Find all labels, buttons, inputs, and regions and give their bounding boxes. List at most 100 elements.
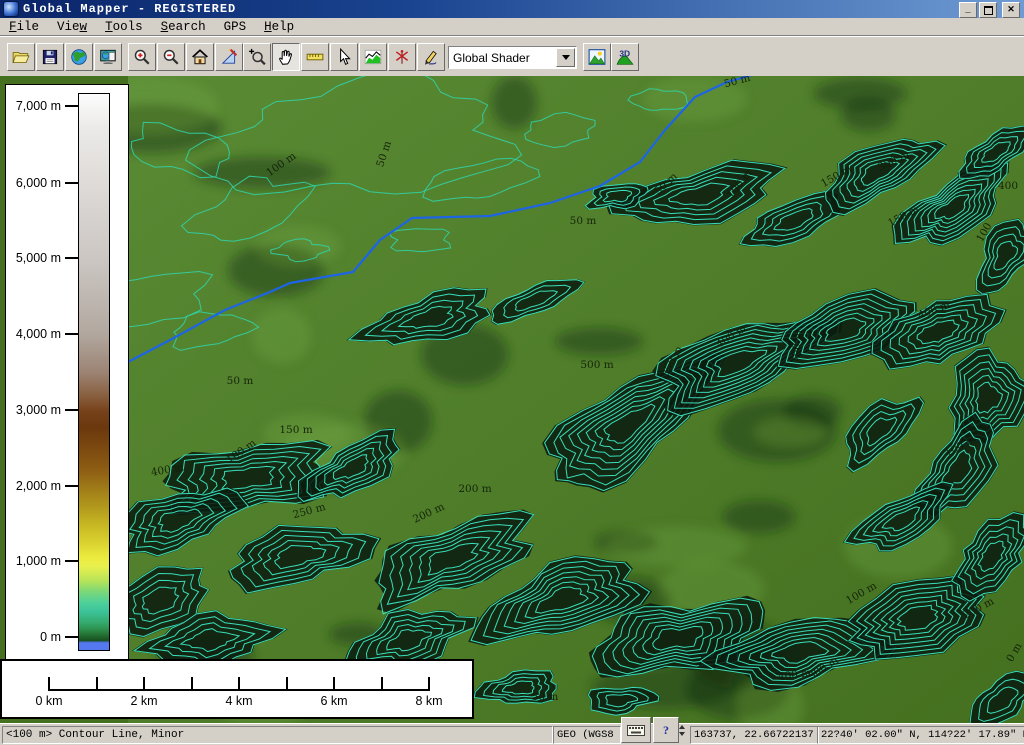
legend-tick: 5,000 m	[16, 251, 78, 265]
scale-tick	[333, 677, 335, 691]
status-feature-info: <100 m> Contour Line, Minor	[2, 726, 553, 744]
legend-tick: 2,000 m	[16, 479, 78, 493]
contour-label: 50 m	[227, 375, 254, 387]
chevron-down-icon	[562, 55, 570, 60]
scale-label: 4 km	[225, 694, 252, 708]
keyboard-icon	[627, 725, 645, 736]
save-button[interactable]	[36, 43, 64, 71]
scale-tick	[238, 677, 240, 691]
dropdown-button[interactable]	[556, 48, 575, 67]
scale-tick	[381, 677, 383, 691]
web-data-button[interactable]	[65, 43, 93, 71]
zoom-in-icon	[133, 48, 151, 66]
hand-icon	[277, 48, 295, 66]
zoom-out-button[interactable]	[157, 43, 185, 71]
menu-bar: File View Tools Search GPS Help	[0, 18, 1024, 36]
menu-tools[interactable]: Tools	[96, 18, 152, 36]
contour-label: 400	[998, 180, 1018, 192]
status-bar: <100 m> Contour Line, Minor GEO (WGS8 ? …	[0, 723, 1024, 745]
measure-tool-button[interactable]	[301, 43, 329, 71]
menu-view[interactable]: View	[48, 18, 96, 36]
open-folder-icon	[12, 48, 30, 66]
zoom-in-button[interactable]	[128, 43, 156, 71]
shader-dropdown[interactable]: Global Shader	[448, 46, 577, 69]
scale-bar: 0 km 2 km 4 km 6 km 8 km	[0, 659, 474, 719]
landscape-image-icon	[587, 48, 607, 66]
scale-tick	[191, 677, 193, 691]
floppy-icon	[41, 48, 59, 66]
coordinate-entry-button[interactable]	[621, 717, 651, 743]
contour-label: 50 m	[532, 691, 559, 703]
home-icon	[191, 48, 209, 66]
antenna-icon	[393, 48, 411, 66]
pan-tool-button[interactable]	[272, 43, 300, 71]
set-square-pencil-icon	[220, 48, 238, 66]
legend-tick: 3,000 m	[16, 403, 78, 417]
zoom-tool-button[interactable]	[243, 43, 271, 71]
legend-tick: 7,000 m	[16, 99, 78, 113]
contour-label: 200 m	[458, 483, 491, 495]
display-options-button[interactable]	[94, 43, 122, 71]
map-area[interactable]: 50 m50 m100 m50 m50 m100 m150 m300 m4001…	[0, 76, 1024, 723]
open-file-button[interactable]	[7, 43, 35, 71]
raster-options-button[interactable]	[583, 43, 611, 71]
contour-label: 50 m	[570, 215, 597, 227]
scale-tick	[96, 677, 98, 691]
3d-view-icon: 3D	[615, 48, 635, 66]
restore-button[interactable]	[979, 2, 997, 18]
status-spinner[interactable]	[676, 718, 688, 742]
toolbar: Global Shader 3D	[0, 36, 1024, 76]
scale-label: 8 km	[415, 694, 442, 708]
globe-icon	[70, 48, 88, 66]
spinner-down-icon	[679, 732, 685, 736]
zoom-tool-icon	[248, 48, 266, 66]
measure-draw-button[interactable]	[215, 43, 243, 71]
zoom-out-icon	[162, 48, 180, 66]
question-mark-icon: ?	[663, 723, 669, 738]
digitizer-tool-button[interactable]	[417, 43, 445, 71]
scale-label: 2 km	[130, 694, 157, 708]
full-view-button[interactable]	[186, 43, 214, 71]
minimize-button[interactable]: _	[959, 2, 977, 18]
3d-label: 3D	[619, 48, 630, 58]
app-icon	[3, 1, 19, 17]
scale-label: 6 km	[320, 694, 347, 708]
shader-selected-value: Global Shader	[449, 51, 555, 65]
scale-tick	[286, 677, 288, 691]
view-shed-button[interactable]	[388, 43, 416, 71]
select-tool-button[interactable]	[330, 43, 358, 71]
map-canvas[interactable]: 50 m50 m100 m50 m50 m100 m150 m300 m4001…	[0, 76, 1024, 723]
menu-file[interactable]: File	[0, 18, 48, 36]
elevation-colorbar	[78, 93, 110, 651]
close-button[interactable]: ✕	[1002, 2, 1020, 18]
pointer-arrow-icon	[335, 48, 353, 66]
contour-label: 500 m	[580, 359, 613, 371]
status-latlon: 22?40' 02.00″ N, 114?22' 17.89″ E	[817, 726, 1024, 744]
legend-tick: 6,000 m	[16, 176, 78, 190]
status-projection: GEO (WGS8	[553, 726, 621, 744]
legend-tick: 0 m	[40, 630, 78, 644]
legend-tick: 4,000 m	[16, 327, 78, 341]
ruler-icon	[306, 48, 324, 66]
scale-tick	[48, 677, 50, 691]
scale-label: 0 km	[35, 694, 62, 708]
menu-help[interactable]: Help	[255, 18, 303, 36]
scale-tick	[428, 677, 430, 691]
restore-icon	[984, 6, 993, 15]
title-bar[interactable]: Global Mapper - REGISTERED _ ✕	[0, 0, 1024, 18]
menu-search[interactable]: Search	[152, 18, 215, 36]
contour-label: 150 m	[279, 424, 312, 436]
window-title: Global Mapper - REGISTERED	[23, 2, 236, 16]
global-mapper-window: { "window": { "title": "Global Mapper - …	[0, 0, 1024, 744]
menu-gps[interactable]: GPS	[215, 18, 256, 36]
legend-tick: 1,000 m	[16, 554, 78, 568]
spinner-up-icon	[679, 725, 685, 729]
3d-view-button[interactable]: 3D	[611, 43, 639, 71]
path-profile-button[interactable]	[359, 43, 387, 71]
elevation-legend: 7,000 m 6,000 m 5,000 m 4,000 m 3,000 m …	[5, 84, 129, 660]
scale-tick	[143, 677, 145, 691]
path-profile-icon	[364, 48, 382, 66]
monitor-globe-icon	[99, 48, 117, 66]
pen-icon	[422, 48, 440, 66]
status-coordinates: 163737, 22.66722137 )	[690, 726, 819, 744]
